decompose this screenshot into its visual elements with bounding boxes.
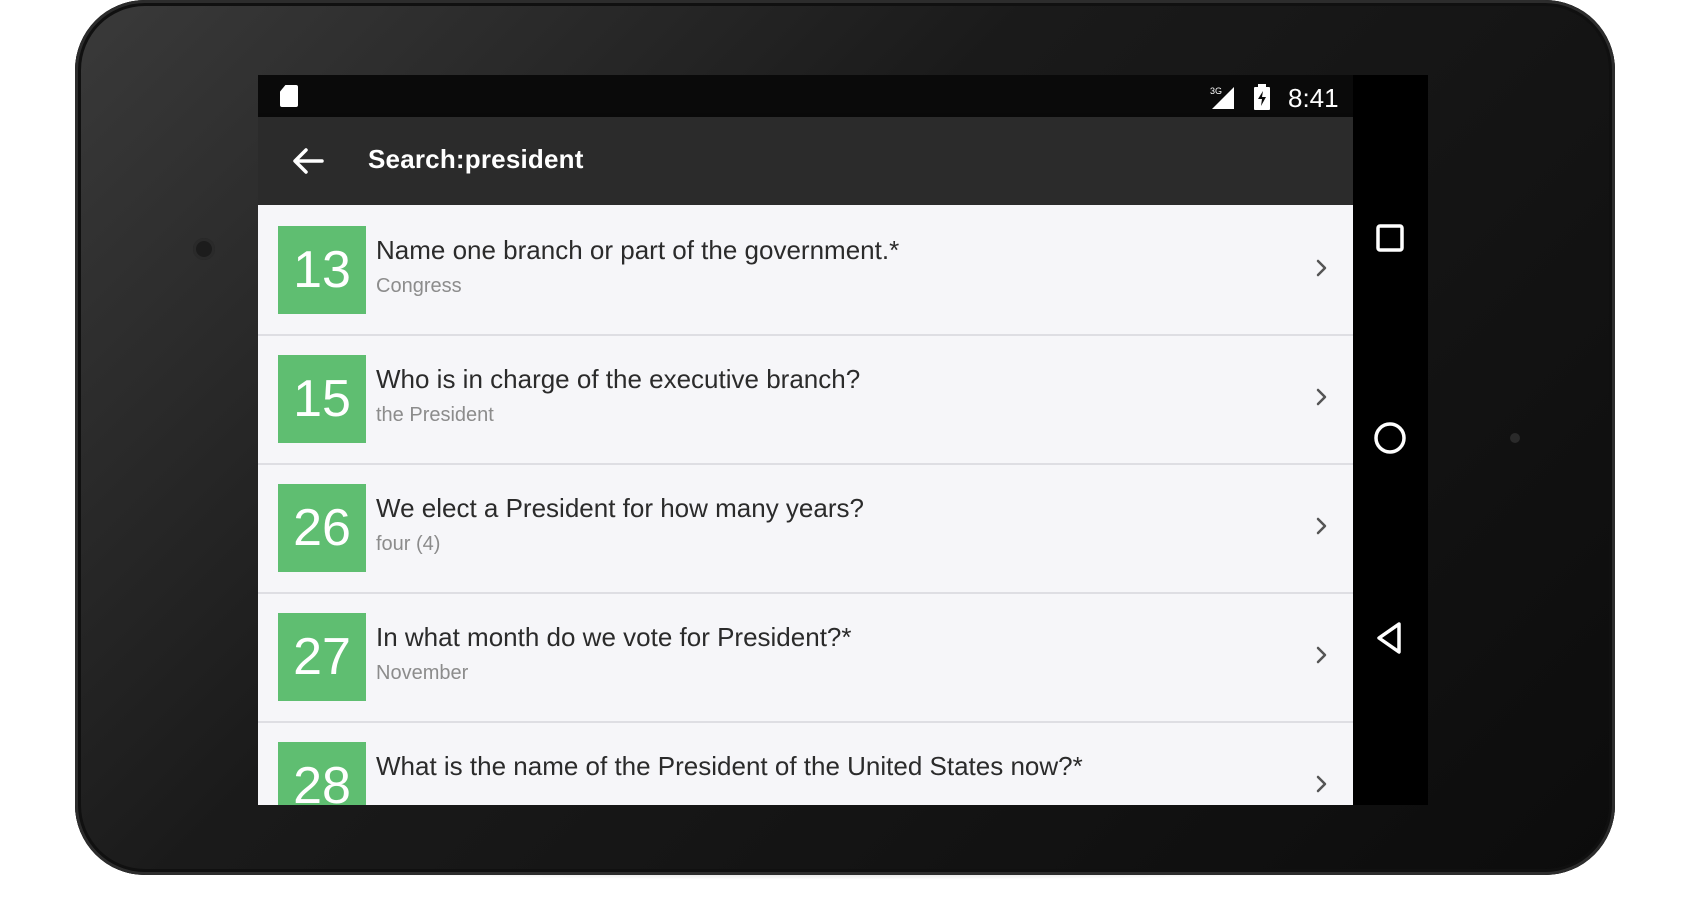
chevron-right-icon <box>1316 775 1327 793</box>
list-item[interactable]: 26 We elect a President for how many yea… <box>258 463 1353 594</box>
camera-icon <box>193 238 215 260</box>
svg-text:3G: 3G <box>1210 86 1222 96</box>
answer-text: Congress <box>376 275 462 297</box>
status-clock: 8:41 <box>1288 83 1339 113</box>
question-text: We elect a President for how many years? <box>376 493 864 523</box>
device-screen: 3G 8:41 Search:president 13 Name one bra… <box>258 75 1428 805</box>
chevron-right-icon <box>1316 517 1327 535</box>
list-item[interactable]: 27 In what month do we vote for Presiden… <box>258 592 1353 723</box>
list-item[interactable]: 15 Who is in charge of the executive bra… <box>258 334 1353 465</box>
signal-icon: 3G <box>1210 86 1234 109</box>
question-number-badge: 27 <box>278 613 366 701</box>
sd-card-icon <box>280 85 298 107</box>
recents-icon[interactable] <box>1369 217 1411 259</box>
list-item[interactable]: 28 What is the name of the President of … <box>258 721 1353 805</box>
question-number-badge: 15 <box>278 355 366 443</box>
back-triangle-icon[interactable] <box>1369 617 1411 659</box>
chevron-right-icon <box>1316 388 1327 406</box>
question-text: Name one branch or part of the governmen… <box>376 235 900 265</box>
question-text: Who is in charge of the executive branch… <box>376 364 861 394</box>
chevron-right-icon <box>1316 646 1327 664</box>
chevron-right-icon <box>1316 259 1327 277</box>
battery-icon <box>1254 84 1270 110</box>
answer-text: four (4) <box>376 533 441 555</box>
arrow-left-icon[interactable] <box>288 141 328 181</box>
page-title: Search:president <box>368 144 584 174</box>
status-bar: 3G 8:41 <box>258 75 1353 117</box>
question-number-badge: 13 <box>278 226 366 314</box>
navigation-bar <box>1353 75 1428 805</box>
question-text: What is the name of the President of the… <box>376 751 1083 781</box>
answer-text: November <box>376 662 469 684</box>
list-item[interactable]: 13 Name one branch or part of the govern… <box>258 205 1353 336</box>
question-text: In what month do we vote for President?* <box>376 622 852 652</box>
answer-text: the President <box>376 404 494 426</box>
home-icon[interactable] <box>1369 417 1411 459</box>
search-results-list: 13 Name one branch or part of the govern… <box>258 205 1353 805</box>
sensor-dot <box>1510 433 1520 443</box>
question-number-badge: 26 <box>278 484 366 572</box>
app-bar: Search:president <box>258 117 1353 205</box>
question-number-badge: 28 <box>278 742 366 805</box>
